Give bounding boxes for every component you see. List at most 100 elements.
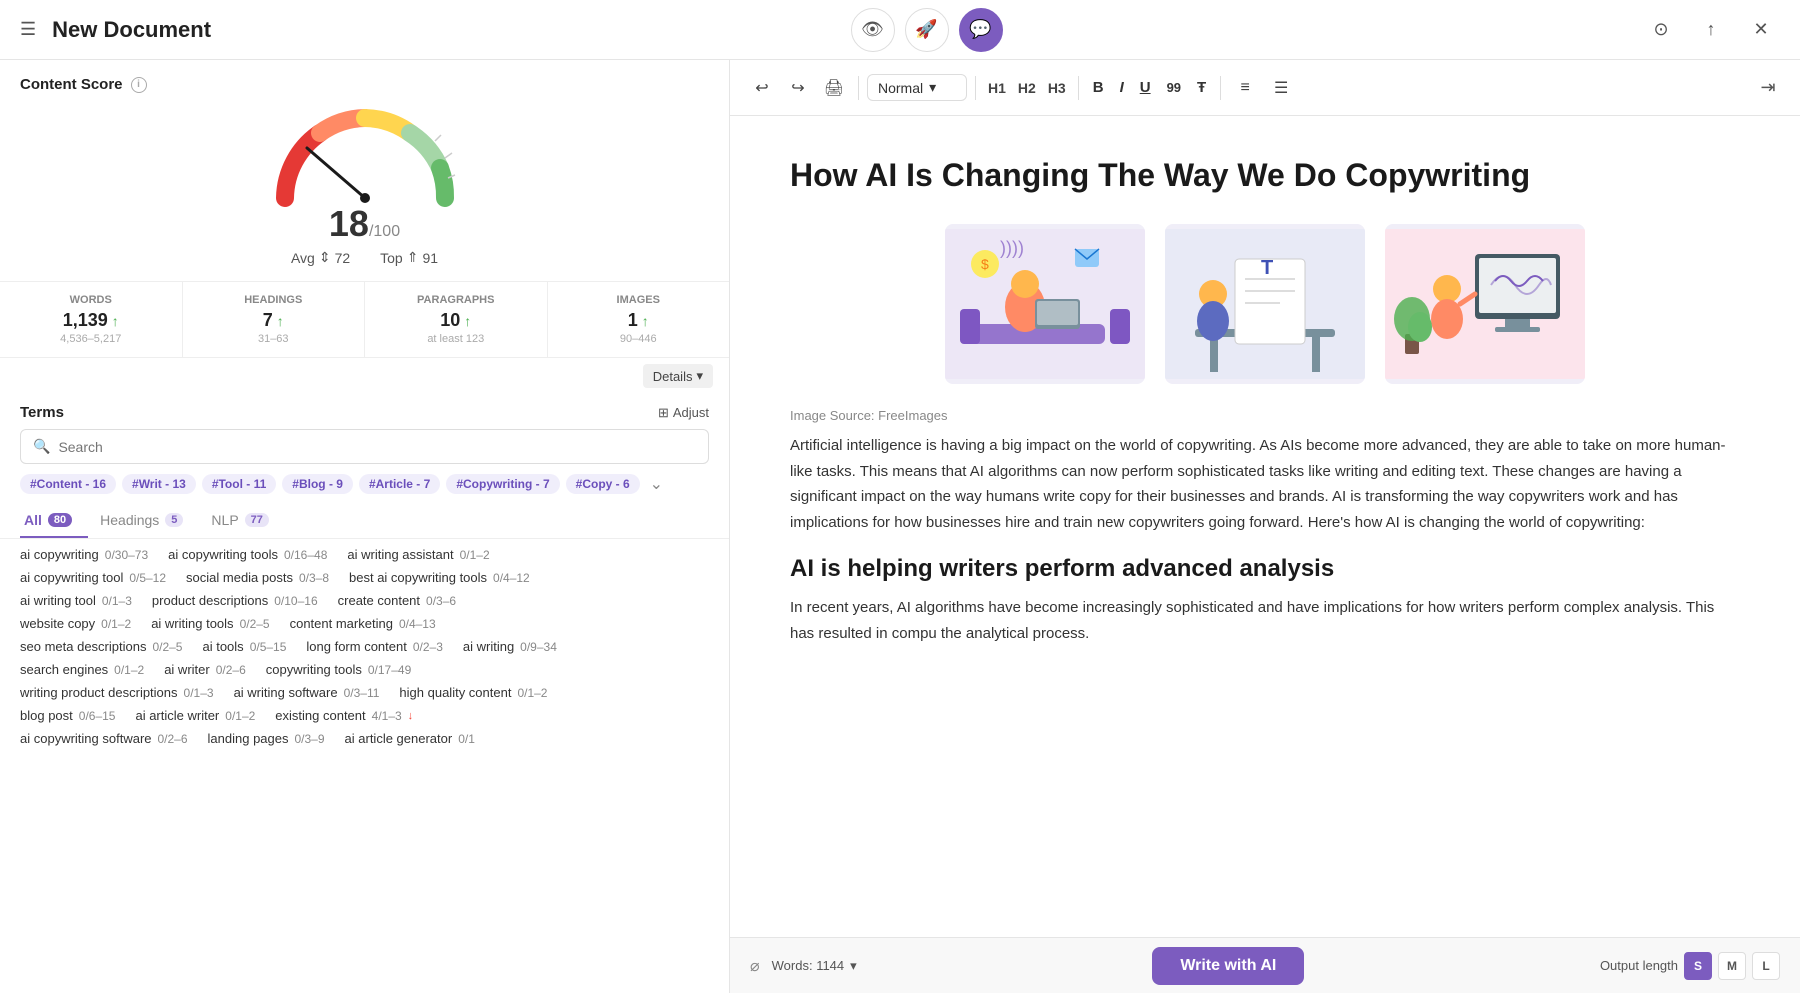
search-icon: 🔍 xyxy=(33,438,50,455)
collapse-button[interactable]: ⇥ xyxy=(1752,72,1784,104)
h3-button[interactable]: H3 xyxy=(1044,78,1070,98)
image-source: Image Source: FreeImages xyxy=(790,408,1740,423)
tab-headings[interactable]: Headings 5 xyxy=(96,504,199,538)
document-title: New Document xyxy=(52,17,211,43)
list-item: social media posts 0/3–8 xyxy=(186,570,329,585)
list-item: ai copywriting tools 0/16–48 xyxy=(168,547,327,562)
terms-row-1: ai copywriting 0/30–73 ai copywriting to… xyxy=(20,547,709,562)
stat-words: WORDS 1,139 ↑ 4,536–5,217 xyxy=(0,282,183,357)
right-panel: ↩ ↪ 🖨 Normal ▾ H1 H2 H3 B I U 99 Ŧ ≡ ☰ ⇥ xyxy=(730,60,1800,993)
share-button[interactable]: ↑ xyxy=(1692,11,1730,49)
list-button[interactable]: ☰ xyxy=(1265,72,1297,104)
hamburger-icon[interactable]: ☰ xyxy=(20,19,36,40)
quote-button[interactable]: 99 xyxy=(1161,76,1187,99)
list-item: ai article generator 0/1 xyxy=(345,731,475,746)
select-chevron-icon: ▾ xyxy=(929,79,936,96)
list-item: ai copywriting tool 0/5–12 xyxy=(20,570,166,585)
rocket-button[interactable]: 🚀 xyxy=(905,8,949,52)
separator xyxy=(975,76,976,100)
details-button[interactable]: Details ▾ xyxy=(643,364,713,388)
info-icon[interactable]: i xyxy=(131,77,147,93)
headings-arrow: ↑ xyxy=(277,313,284,329)
left-panel: Content Score i xyxy=(0,60,730,993)
tab-all[interactable]: All 80 xyxy=(20,504,88,538)
tag-article[interactable]: #Article - 7 xyxy=(359,474,440,494)
main-layout: Content Score i xyxy=(0,60,1800,993)
details-row: Details ▾ xyxy=(0,358,729,394)
slash-icon: ⌀ xyxy=(750,956,760,976)
avg-label: Avg ⇕ 72 xyxy=(291,249,350,266)
list-item: search engines 0/1–2 xyxy=(20,662,144,677)
tags-chevron-down[interactable]: ⌄ xyxy=(650,474,663,494)
list-item: ai writing tool 0/1–3 xyxy=(20,593,132,608)
write-ai-button[interactable]: Write with AI xyxy=(1152,947,1304,985)
h1-button[interactable]: H1 xyxy=(984,78,1010,98)
tag-blog[interactable]: #Blog - 9 xyxy=(282,474,353,494)
editor-content[interactable]: How AI Is Changing The Way We Do Copywri… xyxy=(730,116,1800,937)
terms-row-4: website copy 0/1–2 ai writing tools 0/2–… xyxy=(20,616,709,631)
tag-chips: #Content - 16 #Writ - 13 #Tool - 11 #Blo… xyxy=(0,474,729,504)
list-item: existing content 4/1–3 ↓ xyxy=(275,708,413,723)
list-item: ai writing tools 0/2–5 xyxy=(151,616,269,631)
list-item: ai writing assistant 0/1–2 xyxy=(347,547,489,562)
tab-nlp[interactable]: NLP 77 xyxy=(207,504,284,538)
gauge-container: 18/100 Avg ⇕ 72 Top ⇑ 91 xyxy=(0,93,729,281)
adjust-button[interactable]: ⊞ Adjust xyxy=(658,405,709,421)
length-s-button[interactable]: S xyxy=(1684,952,1712,980)
list-item: writing product descriptions 0/1–3 xyxy=(20,685,214,700)
format-select[interactable]: Normal ▾ xyxy=(867,74,967,101)
italic-button[interactable]: I xyxy=(1114,75,1130,100)
score-denom: /100 xyxy=(369,223,400,240)
document-paragraph-2: In recent years, AI algorithms have beco… xyxy=(790,595,1740,646)
tag-content[interactable]: #Content - 16 xyxy=(20,474,116,494)
length-m-button[interactable]: M xyxy=(1718,952,1746,980)
underline-button[interactable]: U xyxy=(1134,75,1157,100)
special-button[interactable]: Ŧ xyxy=(1191,75,1212,100)
stat-paragraphs: PARAGRAPHS 10 ↑ at least 123 xyxy=(365,282,548,357)
terms-row-8: blog post 0/6–15 ai article writer 0/1–2… xyxy=(20,708,709,723)
chat-button[interactable]: 💬 xyxy=(959,8,1003,52)
tag-writ[interactable]: #Writ - 13 xyxy=(122,474,196,494)
eye-circle-button[interactable]: ⊙ xyxy=(1642,11,1680,49)
list-item: product descriptions 0/10–16 xyxy=(152,593,318,608)
close-button[interactable]: ✕ xyxy=(1742,11,1780,49)
list-item: ai writing 0/9–34 xyxy=(463,639,557,654)
illustration-2: T xyxy=(1165,224,1365,384)
header-left: ☰ New Document xyxy=(20,17,211,43)
tab-nlp-badge: 77 xyxy=(245,513,269,527)
print-button[interactable]: 🖨 xyxy=(818,72,850,104)
list-item: seo meta descriptions 0/2–5 xyxy=(20,639,182,654)
separator xyxy=(1220,76,1221,100)
stats-row: WORDS 1,139 ↑ 4,536–5,217 HEADINGS 7 ↑ 3… xyxy=(0,281,729,358)
header-center-btns: 👁 🚀 💬 xyxy=(851,8,1003,52)
top-header: ☰ New Document 👁 🚀 💬 ⊙ ↑ ✕ xyxy=(0,0,1800,60)
tab-headings-badge: 5 xyxy=(165,513,183,527)
list-item: ai copywriting software 0/2–6 xyxy=(20,731,188,746)
separator xyxy=(858,76,859,100)
list-item: copywriting tools 0/17–49 xyxy=(266,662,412,677)
list-item: ai writer 0/2–6 xyxy=(164,662,246,677)
tag-copywriting[interactable]: #Copywriting - 7 xyxy=(446,474,559,494)
document-heading: How AI Is Changing The Way We Do Copywri… xyxy=(790,156,1740,194)
word-count-button[interactable]: Words: 1144 ▾ xyxy=(772,958,857,974)
search-input[interactable] xyxy=(58,439,696,455)
list-item: ai tools 0/5–15 xyxy=(202,639,286,654)
gauge-score: 18/100 xyxy=(329,203,400,245)
document-paragraph-1: Artificial intelligence is having a big … xyxy=(790,433,1740,535)
redo-button[interactable]: ↪ xyxy=(782,72,814,104)
length-l-button[interactable]: L xyxy=(1752,952,1780,980)
list-item: blog post 0/6–15 xyxy=(20,708,115,723)
terms-row-3: ai writing tool 0/1–3 product descriptio… xyxy=(20,593,709,608)
eye-button[interactable]: 👁 xyxy=(851,8,895,52)
editor-toolbar: ↩ ↪ 🖨 Normal ▾ H1 H2 H3 B I U 99 Ŧ ≡ ☰ ⇥ xyxy=(730,60,1800,116)
terms-header: Terms ⊞ Adjust xyxy=(0,394,729,429)
tag-tool[interactable]: #Tool - 11 xyxy=(202,474,276,494)
tag-copy[interactable]: #Copy - 6 xyxy=(566,474,640,494)
bold-button[interactable]: B xyxy=(1087,75,1110,100)
list-item: create content 0/3–6 xyxy=(338,593,456,608)
gauge-avg-top: Avg ⇕ 72 Top ⇑ 91 xyxy=(291,249,438,266)
align-left-button[interactable]: ≡ xyxy=(1229,72,1261,104)
list-item: ai copywriting 0/30–73 xyxy=(20,547,148,562)
undo-button[interactable]: ↩ xyxy=(746,72,778,104)
h2-button[interactable]: H2 xyxy=(1014,78,1040,98)
